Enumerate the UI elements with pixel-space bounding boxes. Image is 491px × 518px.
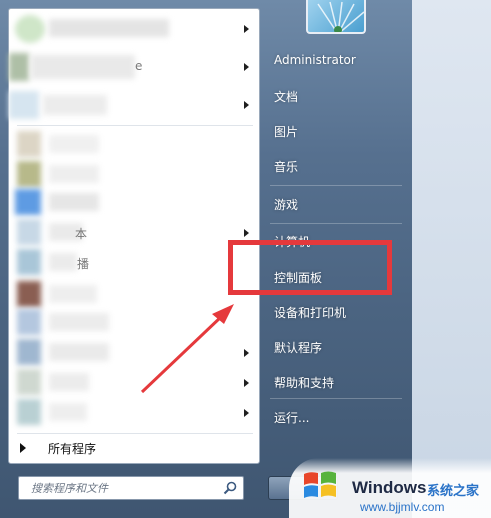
windows-logo-icon bbox=[304, 471, 336, 498]
watermark-url: www.bjjmlv.com bbox=[360, 500, 445, 514]
watermark-brand: Windows bbox=[352, 478, 427, 497]
annotation-arrow-icon bbox=[140, 304, 234, 394]
watermark-brand-cn: 系统之家 bbox=[427, 484, 480, 499]
